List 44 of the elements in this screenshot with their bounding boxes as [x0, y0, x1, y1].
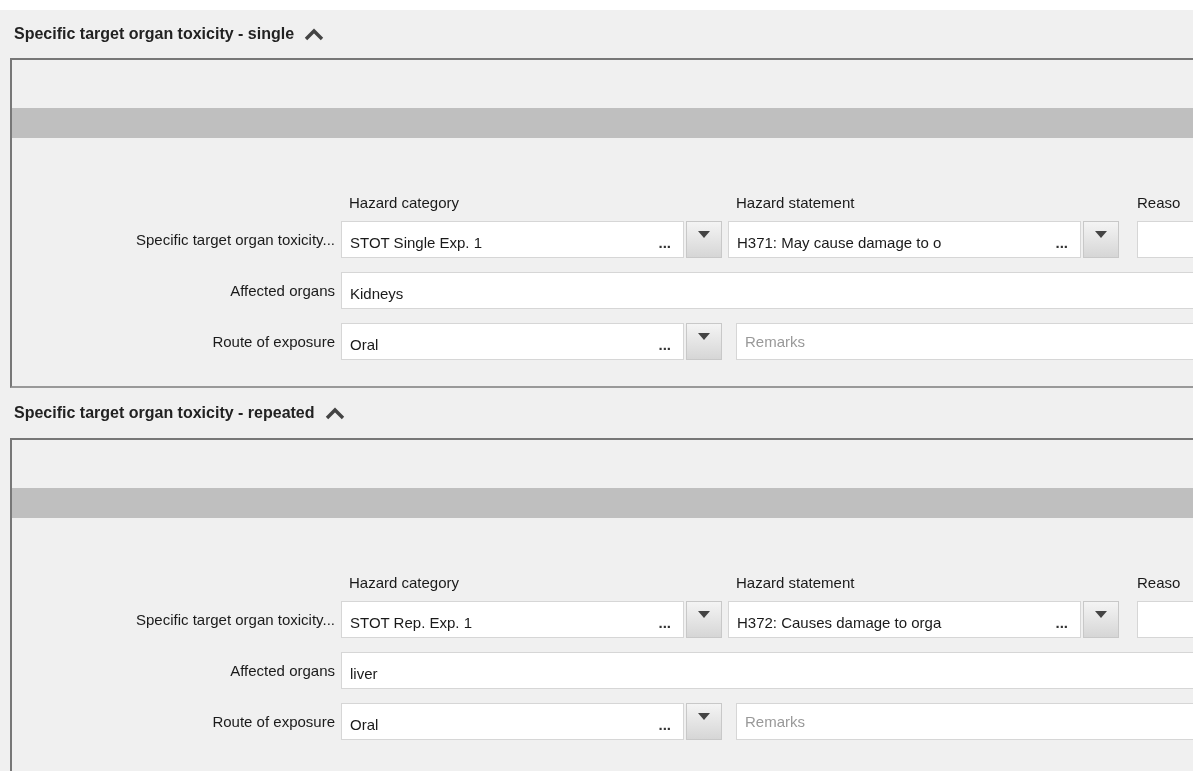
caret-icon: [698, 333, 710, 340]
column-header: Reaso: [1137, 194, 1182, 211]
hazard-statement-field[interactable]: H372: Causes damage to orga ...: [728, 601, 1081, 638]
column-header: Hazard category: [349, 574, 461, 591]
more-button[interactable]: ...: [654, 228, 675, 251]
remarks-field[interactable]: Remarks: [736, 703, 1193, 740]
dropdown-button[interactable]: [686, 323, 722, 360]
section-title: Specific target organ toxicity - repeated: [14, 404, 315, 422]
remarks-field[interactable]: Remarks: [736, 323, 1193, 360]
dropdown-button[interactable]: [1083, 601, 1119, 638]
caret-icon: [1095, 611, 1107, 618]
field-label: Affected organs: [229, 662, 335, 679]
affected-organs-field[interactable]: Kidneys: [341, 272, 1193, 309]
hazard-category-field[interactable]: STOT Rep. Exp. 1 ...: [341, 601, 684, 638]
caret-icon: [698, 611, 710, 618]
caret-icon: [698, 713, 710, 720]
chevron-icon[interactable]: [304, 27, 325, 41]
caret-icon: [698, 231, 710, 238]
column-header: Hazard statement: [736, 194, 856, 211]
dropdown-button[interactable]: [686, 601, 722, 638]
dropdown-button[interactable]: [686, 221, 722, 258]
field-label: Affected organs: [229, 282, 335, 299]
more-button[interactable]: ...: [1051, 608, 1072, 631]
field-label: Route of exposure: [211, 333, 335, 350]
hazard-category-field[interactable]: STOT Single Exp. 1 ...: [341, 221, 684, 258]
dropdown-button[interactable]: [686, 703, 722, 740]
chevron-icon[interactable]: [324, 406, 345, 420]
more-button[interactable]: ...: [654, 710, 675, 733]
field-label: Specific target organ toxicity...: [135, 231, 335, 248]
hazard-statement-field[interactable]: H371: May cause damage to o ...: [728, 221, 1081, 258]
route-field[interactable]: Oral ...: [341, 323, 684, 360]
column-header: Reaso: [1137, 574, 1182, 591]
field-label: Route of exposure: [211, 713, 335, 730]
field-label: Specific target organ toxicity...: [135, 611, 335, 628]
route-field[interactable]: Oral ...: [341, 703, 684, 740]
section-title: Specific target organ toxicity - single: [14, 25, 295, 43]
more-button[interactable]: ...: [654, 608, 675, 631]
more-button[interactable]: ...: [1051, 228, 1072, 251]
dropdown-button[interactable]: [1083, 221, 1119, 258]
affected-organs-field[interactable]: liver: [341, 652, 1193, 689]
column-header: Hazard statement: [736, 574, 856, 591]
column-header: Hazard category: [349, 194, 461, 211]
more-button[interactable]: ...: [654, 330, 675, 353]
caret-icon: [1095, 231, 1107, 238]
